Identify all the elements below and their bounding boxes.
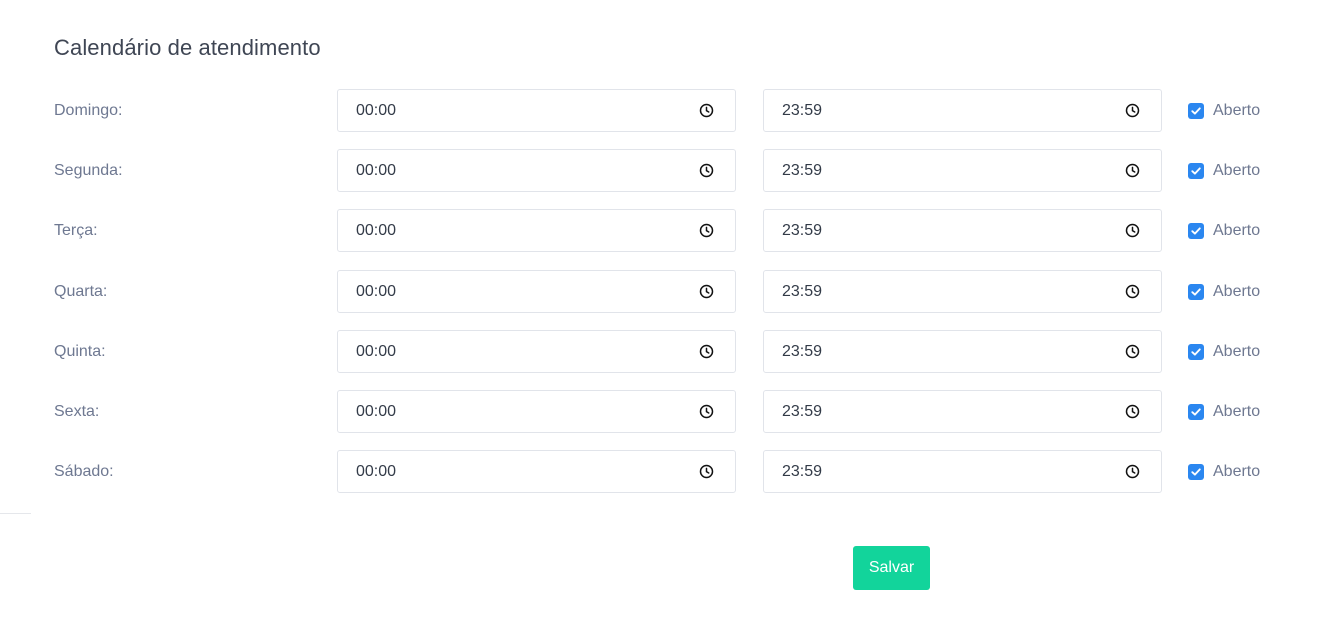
open-checkbox[interactable]: Aberto xyxy=(1188,390,1260,433)
end-time-input[interactable]: 23:59 xyxy=(763,209,1162,252)
end-time-value: 23:59 xyxy=(782,403,823,420)
day-label: Quarta: xyxy=(54,283,108,300)
checkbox-box[interactable] xyxy=(1188,343,1204,360)
end-time-value: 23:59 xyxy=(782,222,823,239)
divider xyxy=(0,513,31,514)
open-checkbox[interactable]: Aberto xyxy=(1188,450,1260,493)
checkbox-box[interactable] xyxy=(1188,283,1204,300)
start-time-value: 00:00 xyxy=(356,403,397,420)
check-icon xyxy=(1191,467,1201,476)
end-time-value: 23:59 xyxy=(782,283,823,300)
open-checkbox[interactable]: Aberto xyxy=(1188,149,1260,192)
start-time-value: 00:00 xyxy=(356,222,397,239)
clock-icon[interactable] xyxy=(1125,103,1140,118)
end-time-value: 23:59 xyxy=(782,343,823,360)
start-time-value: 00:00 xyxy=(356,102,397,119)
clock-icon[interactable] xyxy=(699,163,714,178)
open-label: Aberto xyxy=(1213,161,1261,179)
save-button[interactable]: Salvar xyxy=(853,546,930,590)
day-row-monday: Segunda: 00:00 23:59 Aberto xyxy=(0,149,1324,192)
clock-icon[interactable] xyxy=(1125,404,1140,419)
end-time-input[interactable]: 23:59 xyxy=(763,330,1162,373)
end-time-input[interactable]: 23:59 xyxy=(763,390,1162,433)
start-time-input[interactable]: 00:00 xyxy=(337,390,736,433)
day-row-thursday: Quinta: 00:00 23:59 Aberto xyxy=(0,330,1324,373)
page-title: Calendário de atendimento xyxy=(54,35,321,60)
check-icon xyxy=(1191,106,1201,115)
end-time-input[interactable]: 23:59 xyxy=(763,450,1162,493)
start-time-value: 00:00 xyxy=(356,283,397,300)
clock-icon[interactable] xyxy=(1125,163,1140,178)
check-icon xyxy=(1191,166,1201,175)
open-label: Aberto xyxy=(1213,221,1261,239)
clock-icon[interactable] xyxy=(699,344,714,359)
open-checkbox[interactable]: Aberto xyxy=(1188,330,1260,373)
day-row-friday: Sexta: 00:00 23:59 Aberto xyxy=(0,390,1324,433)
day-row-sunday: Domingo: 00:00 23:59 Aberto xyxy=(0,89,1324,132)
start-time-value: 00:00 xyxy=(356,162,397,179)
checkbox-box[interactable] xyxy=(1188,162,1204,179)
end-time-value: 23:59 xyxy=(782,162,823,179)
clock-icon[interactable] xyxy=(699,464,714,479)
start-time-input[interactable]: 00:00 xyxy=(337,450,736,493)
checkbox-box[interactable] xyxy=(1188,102,1204,119)
clock-icon[interactable] xyxy=(699,103,714,118)
checkbox-box[interactable] xyxy=(1188,463,1204,480)
day-label: Segunda: xyxy=(54,162,123,179)
open-label: Aberto xyxy=(1213,462,1261,480)
end-time-input[interactable]: 23:59 xyxy=(763,270,1162,313)
check-icon xyxy=(1191,347,1201,356)
check-icon xyxy=(1191,226,1201,235)
start-time-value: 00:00 xyxy=(356,343,397,360)
open-checkbox[interactable]: Aberto xyxy=(1188,209,1260,252)
clock-icon[interactable] xyxy=(1125,344,1140,359)
clock-icon[interactable] xyxy=(699,284,714,299)
start-time-input[interactable]: 00:00 xyxy=(337,149,736,192)
day-label: Quinta: xyxy=(54,343,106,360)
day-row-saturday: Sábado: 00:00 23:59 Aberto xyxy=(0,450,1324,493)
day-row-tuesday: Terça: 00:00 23:59 Aberto xyxy=(0,209,1324,252)
start-time-input[interactable]: 00:00 xyxy=(337,270,736,313)
clock-icon[interactable] xyxy=(1125,284,1140,299)
start-time-input[interactable]: 00:00 xyxy=(337,89,736,132)
day-label: Domingo: xyxy=(54,102,123,119)
open-label: Aberto xyxy=(1213,282,1261,300)
end-time-value: 23:59 xyxy=(782,463,823,480)
end-time-value: 23:59 xyxy=(782,102,823,119)
start-time-input[interactable]: 00:00 xyxy=(337,209,736,252)
day-row-wednesday: Quarta: 00:00 23:59 Aberto xyxy=(0,270,1324,313)
end-time-input[interactable]: 23:59 xyxy=(763,89,1162,132)
open-checkbox[interactable]: Aberto xyxy=(1188,270,1260,313)
checkbox-box[interactable] xyxy=(1188,403,1204,420)
check-icon xyxy=(1191,407,1201,416)
open-label: Aberto xyxy=(1213,342,1261,360)
open-label: Aberto xyxy=(1213,402,1261,420)
day-label: Sexta: xyxy=(54,403,100,420)
open-checkbox[interactable]: Aberto xyxy=(1188,89,1260,132)
clock-icon[interactable] xyxy=(699,223,714,238)
start-time-input[interactable]: 00:00 xyxy=(337,330,736,373)
open-label: Aberto xyxy=(1213,101,1261,119)
day-label: Terça: xyxy=(54,222,98,239)
check-icon xyxy=(1191,287,1201,296)
clock-icon[interactable] xyxy=(1125,223,1140,238)
clock-icon[interactable] xyxy=(1125,464,1140,479)
day-label: Sábado: xyxy=(54,463,114,480)
checkbox-box[interactable] xyxy=(1188,222,1204,239)
end-time-input[interactable]: 23:59 xyxy=(763,149,1162,192)
clock-icon[interactable] xyxy=(699,404,714,419)
start-time-value: 00:00 xyxy=(356,463,397,480)
